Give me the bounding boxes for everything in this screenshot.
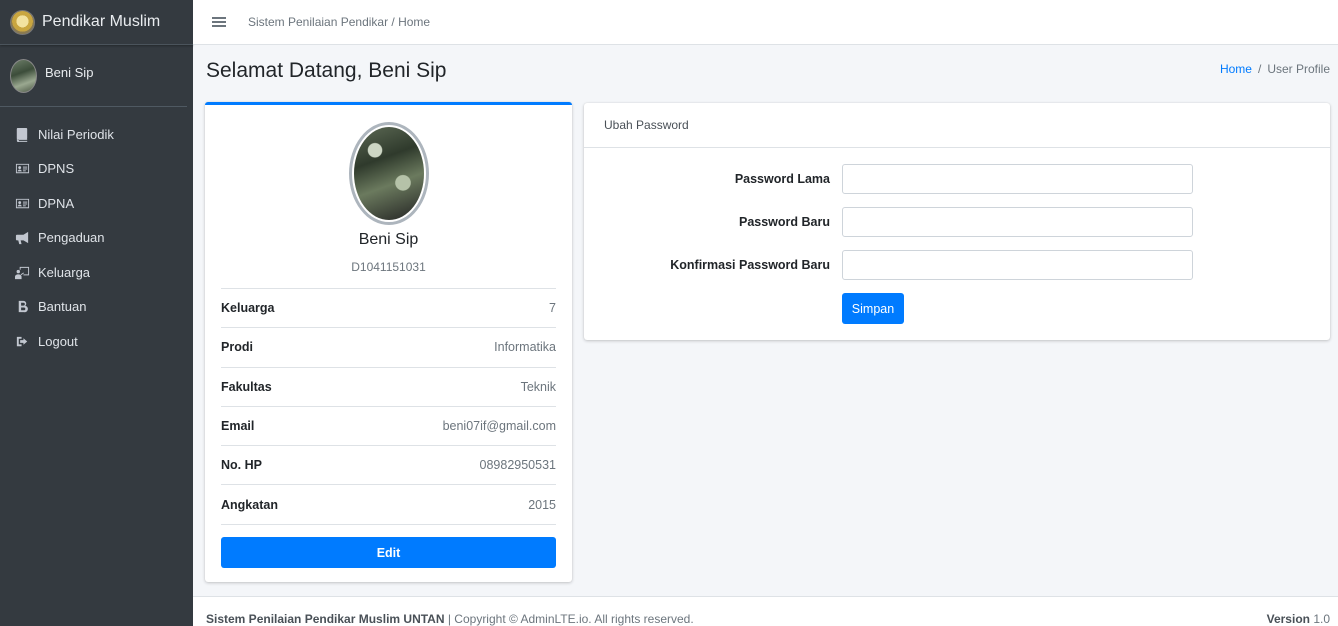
sidebar-user-name[interactable]: Beni Sip xyxy=(45,65,93,80)
id-card-icon xyxy=(14,195,30,211)
breadcrumb: Home / User Profile xyxy=(1220,62,1330,76)
breadcrumb-separator: / xyxy=(1257,62,1262,76)
book-icon xyxy=(14,126,30,142)
list-item: Keluarga 7 xyxy=(221,289,556,329)
confirm-password-field[interactable] xyxy=(842,250,1193,280)
top-navbar: Sistem Penilaian Pendikar / Home xyxy=(193,0,1338,45)
hamburger-menu-icon[interactable] xyxy=(212,17,226,27)
sidebar-item-bantuan[interactable]: Bantuan xyxy=(0,290,193,325)
list-item: Email beni07if@gmail.com xyxy=(221,407,556,447)
sign-out-icon xyxy=(14,333,30,349)
breadcrumb-home-link[interactable]: Home xyxy=(1220,62,1252,76)
footer-version-value: 1.0 xyxy=(1309,612,1330,626)
list-item: No. HP 08982950531 xyxy=(221,446,556,486)
change-password-card: Ubah Password Password Lama Password Bar… xyxy=(584,103,1330,340)
sidebar-item-dpns[interactable]: DPNS xyxy=(0,152,193,187)
info-label-fakultas: Fakultas xyxy=(221,379,272,394)
old-password-label: Password Lama xyxy=(734,172,830,186)
profile-card: Beni Sip D1041151031 Keluarga 7 Prodi In… xyxy=(205,102,572,582)
bold-b-icon xyxy=(14,299,30,315)
profile-name: Beni Sip xyxy=(358,231,419,248)
profile-picture xyxy=(349,122,429,225)
new-password-label: Password Baru xyxy=(738,215,830,229)
info-label-email: Email xyxy=(221,419,255,434)
info-value-email: beni07if@gmail.com xyxy=(442,419,556,434)
info-label-keluarga: Keluarga xyxy=(221,301,275,316)
old-password-row: Password Lama xyxy=(584,164,1330,194)
sidebar-item-label: DPNA xyxy=(38,195,75,211)
old-password-field[interactable] xyxy=(842,164,1193,194)
sidebar-item-label: Logout xyxy=(38,333,78,349)
info-value-fakultas: Teknik xyxy=(520,379,556,394)
breadcrumb-current: User Profile xyxy=(1267,62,1330,76)
save-button[interactable]: Simpan xyxy=(842,293,904,324)
id-card-icon xyxy=(14,161,30,177)
top-breadcrumb: Sistem Penilaian Pendikar / Home xyxy=(248,15,431,29)
info-value-prodi: Informatika xyxy=(494,340,556,355)
new-password-field[interactable] xyxy=(842,207,1193,237)
sidebar-item-label: Nilai Periodik xyxy=(38,126,114,142)
info-value-angkatan: 2015 xyxy=(528,497,556,512)
list-item: Angkatan 2015 xyxy=(221,485,556,525)
footer-copyright-text: | Copyright © AdminLTE.io. All rights re… xyxy=(444,612,694,626)
page-title: Selamat Datang, Beni Sip xyxy=(206,59,447,82)
sidebar: Pendikar Muslim Beni Sip Nilai Periodik … xyxy=(0,0,193,626)
sidebar-item-label: Keluarga xyxy=(38,264,91,280)
sidebar-item-label: Pengaduan xyxy=(38,230,105,246)
info-value-no-hp: 08982950531 xyxy=(479,458,556,473)
sidebar-item-dpna[interactable]: DPNA xyxy=(0,186,193,221)
footer-version-label: Version xyxy=(1266,612,1310,626)
profile-info-list: Keluarga 7 Prodi Informatika Fakultas Te… xyxy=(221,288,556,525)
sidebar-item-pengaduan[interactable]: Pengaduan xyxy=(0,221,193,256)
list-item: Prodi Informatika xyxy=(221,328,556,368)
info-label-prodi: Prodi xyxy=(221,340,253,355)
footer-copyright: Sistem Penilaian Pendikar Muslim UNTAN |… xyxy=(206,612,694,626)
brand-logo xyxy=(10,9,35,35)
bullhorn-icon xyxy=(14,230,30,246)
confirm-password-row: Konfirmasi Password Baru xyxy=(584,250,1330,280)
new-password-row: Password Baru xyxy=(584,207,1330,237)
info-value-keluarga: 7 xyxy=(549,301,556,316)
brand-link[interactable]: Pendikar Muslim xyxy=(0,0,193,45)
avatar xyxy=(10,58,37,93)
footer-version: Version 1.0 xyxy=(1267,612,1330,626)
list-item: Fakultas Teknik xyxy=(221,368,556,407)
card-title: Ubah Password xyxy=(584,103,1330,148)
sidebar-item-keluarga[interactable]: Keluarga xyxy=(0,255,193,290)
footer: Sistem Penilaian Pendikar Muslim UNTAN |… xyxy=(193,596,1338,626)
info-label-angkatan: Angkatan xyxy=(221,497,278,512)
brand-title: Pendikar Muslim xyxy=(42,13,161,30)
edit-button[interactable]: Edit xyxy=(221,537,556,568)
info-label-no-hp: No. HP xyxy=(221,458,262,473)
sidebar-item-label: Bantuan xyxy=(38,299,87,315)
sidebar-nav: Nilai Periodik DPNS DPNA Pengaduan Kelua… xyxy=(0,107,193,359)
user-panel[interactable]: Beni Sip xyxy=(0,45,187,107)
confirm-password-label: Konfirmasi Password Baru xyxy=(670,258,830,272)
sidebar-item-nilai-periodik[interactable]: Nilai Periodik xyxy=(0,117,193,152)
profile-id: D1041151031 xyxy=(351,260,426,274)
sidebar-item-label: DPNS xyxy=(38,161,75,177)
sidebar-item-logout[interactable]: Logout xyxy=(0,324,193,359)
footer-app-name[interactable]: Sistem Penilaian Pendikar Muslim UNTAN xyxy=(206,612,445,626)
chalkboard-teacher-icon xyxy=(14,264,30,280)
